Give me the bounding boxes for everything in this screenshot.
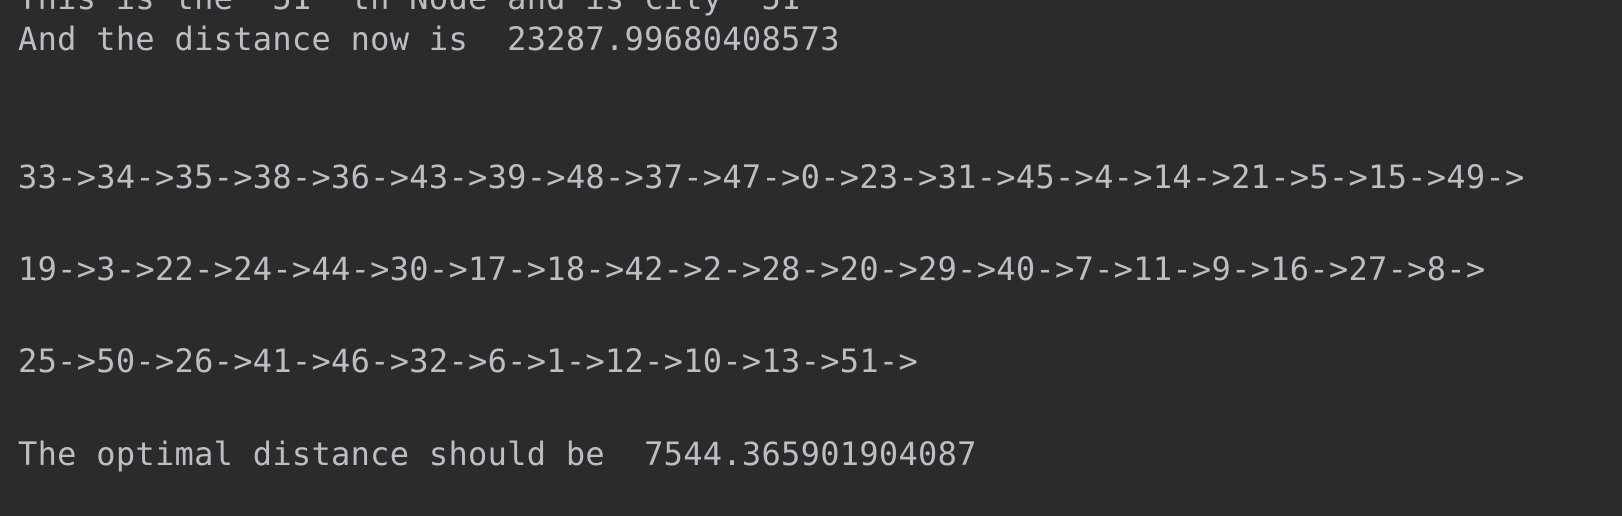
optimal-distance-line: The optimal distance should be 7544.3659… — [18, 435, 977, 473]
route-line-3: 25->50->26->41->46->32->6->1->12->10->13… — [18, 342, 919, 380]
route-line-1: 33->34->35->38->36->43->39->48->37->47->… — [18, 158, 1525, 196]
current-distance-line: And the distance now is 23287.9968040857… — [18, 20, 840, 58]
route-line-2: 19->3->22->24->44->30->17->18->42->2->28… — [18, 250, 1486, 288]
node-status-line: This is the 51 th Node and is city 51 — [18, 0, 801, 18]
console-output[interactable]: This is the 51 th Node and is city 51 An… — [0, 0, 1622, 516]
